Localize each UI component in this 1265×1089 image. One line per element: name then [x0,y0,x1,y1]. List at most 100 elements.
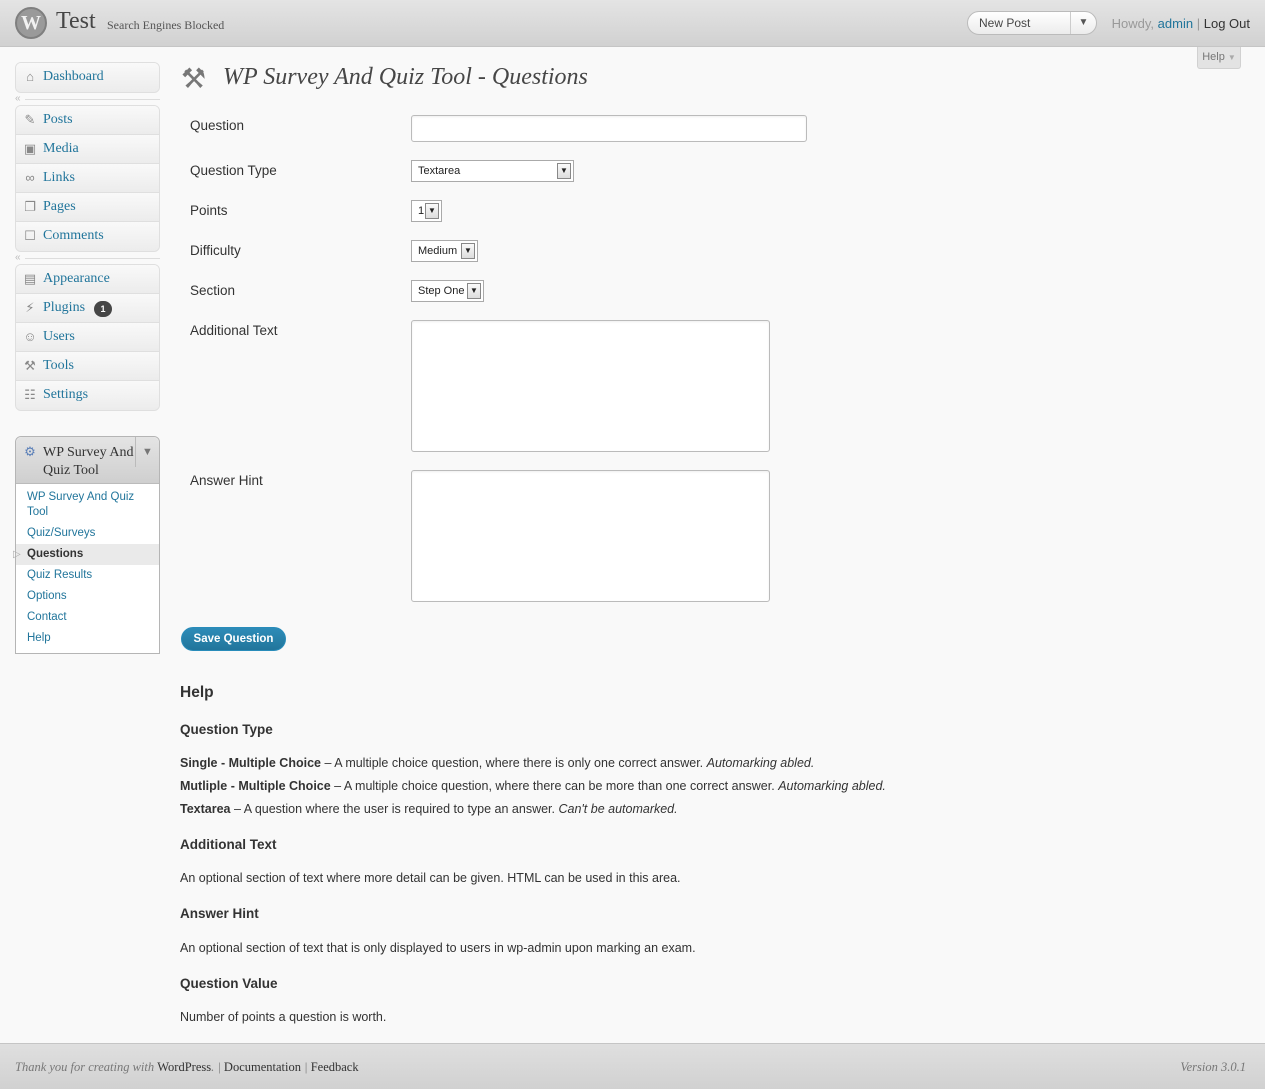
plugin-submenu: WP Survey And Quiz Tool Quiz/Surveys ▷ Qu… [13,484,159,653]
menu-item-plugins[interactable]: ⚡ Plugins 1 [16,294,159,323]
submenu-item-options[interactable]: Options [16,586,159,607]
plugin-menu-label[interactable]: WP Survey And Quiz Tool [43,444,138,480]
collapse-arrow-icon[interactable]: « [15,252,21,264]
comments-icon: ☐ [24,228,36,243]
help-heading-question-value: Question Value [180,976,278,991]
chevron-down-icon[interactable]: ▼ [425,203,439,219]
menu-label[interactable]: Settings [43,387,88,403]
collapse-arrow-icon[interactable]: « [15,93,21,105]
menu-group-dashboard: ⌂ Dashboard [15,62,160,93]
menu-item-links[interactable]: ∞ Links [16,164,159,193]
help-line: Mutliple - Multiple Choice – A multiple … [180,779,886,793]
plugin-menu-header[interactable]: ⚙ WP Survey And Quiz Tool ▼ [16,437,159,484]
menu-item-pages[interactable]: ❐ Pages [16,193,159,222]
menu-label[interactable]: Appearance [43,271,110,287]
menu-label[interactable]: Links [43,170,75,186]
section-select[interactable]: Step One ▼ [411,280,484,302]
gear-icon: ⚙ [24,444,36,459]
section-label: Section [190,283,236,298]
wordpress-link[interactable]: WordPress [157,1060,211,1074]
save-question-button[interactable]: Save Question [181,627,286,651]
chevron-down-icon[interactable]: ▼ [1228,53,1236,62]
answer-hint-label: Answer Hint [190,473,263,488]
difficulty-select[interactable]: Medium ▼ [411,240,478,262]
help-title: Help [180,684,214,701]
additional-text-label: Additional Text [190,323,278,338]
tools-icon: ⚒ [24,358,36,373]
chevron-down-icon[interactable]: ▼ [135,437,159,467]
menu-label[interactable]: Users [43,329,75,345]
update-count-badge: 1 [94,301,112,317]
pin-icon: ✎ [24,112,36,127]
menu-separator[interactable]: « [15,252,160,264]
menu-item-posts[interactable]: ✎ Posts [16,106,159,135]
submenu-item-contact[interactable]: Contact [16,607,159,628]
menu-label[interactable]: Posts [43,112,73,128]
help-paragraph: An optional section of text where more d… [180,871,681,885]
menu-item-media[interactable]: ▣ Media [16,135,159,164]
submenu-item-questions[interactable]: ▷ Questions [13,544,159,565]
chevron-down-icon[interactable]: ▼ [557,163,571,179]
menu-item-tools[interactable]: ⚒ Tools [16,352,159,381]
help-tab-label[interactable]: Help [1202,51,1225,63]
select-value: Textarea [418,165,461,177]
help-heading-question-type: Question Type [180,722,273,737]
dashboard-icon: ⌂ [26,69,34,84]
link-icon: ∞ [25,170,35,185]
help-note: Automarking abled. [778,779,886,793]
footer-thanks: Thank you for creating with [15,1060,155,1074]
site-title[interactable]: Test [56,8,96,35]
search-engines-blocked-notice[interactable]: Search Engines Blocked [107,18,224,33]
plugin-menu-survey-quiz: ⚙ WP Survey And Quiz Tool ▼ WP Survey An… [13,436,160,654]
chevron-down-icon[interactable]: ▼ [461,243,475,259]
users-icon: ☺ [23,329,37,344]
user-profile-link[interactable]: admin [1158,16,1193,31]
submenu-item-quiz-results[interactable]: Quiz Results [16,565,159,586]
submenu-item-overview[interactable]: WP Survey And Quiz Tool [16,487,159,523]
submenu-item-help[interactable]: Help [16,628,159,649]
menu-group-settings: ▤ Appearance ⚡ Plugins 1 ☺ Users ⚒ Tools… [15,264,160,411]
help-paragraph: An optional section of text that is only… [180,941,696,955]
howdy-text: Howdy, [1111,16,1155,31]
version-info: Version 3.0.1 [1180,1060,1246,1074]
help-heading-answer-hint: Answer Hint [180,906,259,921]
menu-separator[interactable]: « [15,93,160,105]
contextual-help-tab[interactable]: Help ▼ [1197,47,1241,69]
current-arrow-icon: ▷ [13,549,21,560]
pages-icon: ❐ [24,199,36,214]
submenu-label[interactable]: Questions [27,548,83,560]
new-post-link[interactable]: New Post [979,16,1030,30]
additional-text-textarea[interactable] [411,320,770,452]
documentation-link[interactable]: Documentation [224,1060,301,1074]
menu-item-comments[interactable]: ☐ Comments [16,222,159,251]
help-desc: – A multiple choice question, where ther… [320,756,707,770]
feedback-link[interactable]: Feedback [311,1060,359,1074]
menu-label[interactable]: Pages [43,199,76,215]
favorite-actions-dropdown[interactable]: New Post ▼ [967,11,1097,35]
question-type-label: Question Type [190,163,277,178]
menu-item-settings[interactable]: ☷ Settings [16,381,159,410]
chevron-down-icon[interactable]: ▼ [1070,12,1096,34]
admin-menu: ⌂ Dashboard « ✎ Posts ▣ Media ∞ Links ❐ … [15,62,160,411]
menu-label[interactable]: Tools [43,358,74,374]
menu-item-dashboard[interactable]: ⌂ Dashboard [16,63,159,92]
logout-link[interactable]: Log Out [1204,16,1250,31]
chevron-down-icon[interactable]: ▼ [467,283,481,299]
page-title: WP Survey And Quiz Tool - Questions [223,64,588,90]
user-info: Howdy, admin | Log Out [1112,16,1250,31]
points-select[interactable]: 1 ▼ [411,200,442,222]
menu-label[interactable]: Plugins [43,300,85,316]
select-value: Step One [418,285,465,297]
menu-group-content: ✎ Posts ▣ Media ∞ Links ❐ Pages ☐ Commen… [15,105,160,252]
menu-label[interactable]: Comments [43,228,104,244]
question-type-select[interactable]: Textarea ▼ [411,160,574,182]
menu-item-appearance[interactable]: ▤ Appearance [16,265,159,294]
menu-label[interactable]: Media [43,141,79,157]
submenu-item-quiz-surveys[interactable]: Quiz/Surveys [16,523,159,544]
wordpress-logo-icon[interactable]: W [15,7,47,39]
menu-label[interactable]: Dashboard [43,69,104,85]
menu-item-users[interactable]: ☺ Users [16,323,159,352]
question-input[interactable] [411,115,807,142]
help-term: Mutliple - Multiple Choice [180,779,331,793]
answer-hint-textarea[interactable] [411,470,770,602]
